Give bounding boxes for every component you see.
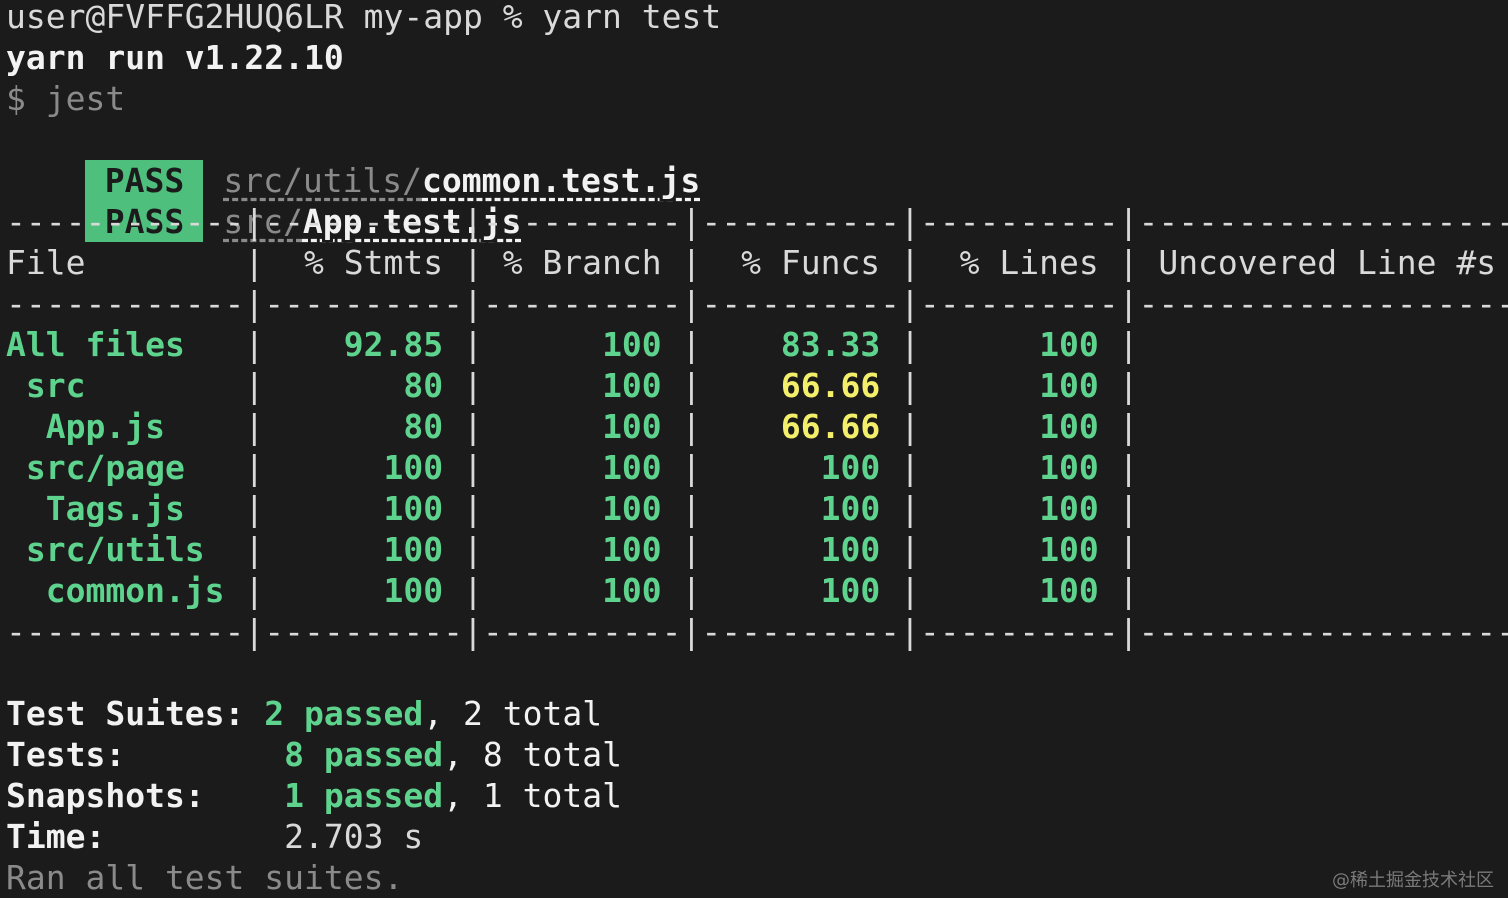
test-result-row: PASS src/utils/common.test.js [6,119,700,201]
row-funcs: 66.66 [701,407,881,446]
summary-passed: 1 passed [284,776,444,815]
yarn-version-line: yarn run v1.22.10 [6,38,344,77]
row-stmts: 80 [264,407,444,446]
watermark: @稀土掘金技术社区 [1332,870,1494,891]
table-header-row: File | % Stmts | % Branch | % Funcs | % … [6,242,1496,283]
row-file: common.js [6,571,245,610]
row-branch: 100 [482,530,662,569]
row-branch: 100 [482,366,662,405]
row-stmts: 92.85 [264,325,444,364]
table-row: Tags.js | 100 | 100 | 100 | 100 | [6,489,1139,528]
row-lines: 100 [919,448,1099,487]
summary-total: , 8 total [443,735,622,774]
time-value: 2.703 s [284,817,424,856]
summary-label: Tests: [6,735,126,774]
row-stmts: 100 [264,448,444,487]
row-funcs: 100 [701,448,881,487]
row-file: src/page [6,448,245,487]
summary-label: Snapshots: [6,776,205,815]
row-branch: 100 [482,448,662,487]
command-echo: $ jest [6,79,126,118]
row-stmts: 100 [264,489,444,528]
row-funcs: 100 [701,571,881,610]
summary-label: Test Suites: [6,694,245,733]
row-file: Tags.js [6,489,245,528]
table-row: src | 80 | 100 | 66.66 | 100 | [6,366,1139,405]
table-separator: ------------|----------|----------|-----… [6,284,1508,323]
row-file: All files [6,325,245,364]
row-branch: 100 [482,407,662,446]
row-lines: 100 [919,407,1099,446]
summary-suites: Test Suites: 2 passed, 2 total [6,693,602,734]
table-row: All files | 92.85 | 100 | 83.33 | 100 | [6,325,1139,364]
table-separator: ------------|----------|----------|-----… [6,202,1508,241]
row-lines: 100 [919,366,1099,405]
summary-total: , 1 total [443,776,622,815]
row-lines: 100 [919,325,1099,364]
row-branch: 100 [482,325,662,364]
table-row: common.js | 100 | 100 | 100 | 100 | [6,571,1139,610]
table-header: File | % Stmts | % Branch | % Funcs | % … [6,243,1497,282]
summary-passed: 8 passed [284,735,444,774]
row-stmts: 100 [264,530,444,569]
row-funcs: 66.66 [701,366,881,405]
row-stmts: 80 [264,366,444,405]
ran-all-line: Ran all test suites. [6,858,404,897]
row-funcs: 100 [701,530,881,569]
summary-tests: Tests: 8 passed, 8 total [6,734,622,775]
summary-total: , 2 total [423,694,603,733]
row-stmts: 100 [264,571,444,610]
summary-passed: 2 passed [264,694,424,733]
prompt-line: user@FVFFG2HUQ6LR my-app % yarn test [6,0,722,36]
row-lines: 100 [919,571,1099,610]
row-lines: 100 [919,489,1099,528]
summary-snapshots: Snapshots: 1 passed, 1 total [6,775,622,816]
row-funcs: 100 [701,489,881,528]
table-separator: ------------|----------|----------|-----… [6,612,1508,651]
table-separator-line: ------------|----------|----------|-----… [6,611,1508,652]
row-branch: 100 [482,571,662,610]
row-file: App.js [6,407,245,446]
row-file: src/utils [6,530,245,569]
row-lines: 100 [919,530,1099,569]
row-funcs: 83.33 [701,325,881,364]
row-branch: 100 [482,489,662,528]
summary-time: Time: 2.703 s [6,816,423,857]
terminal-window: user@FVFFG2HUQ6LR my-app % yarn test yar… [0,0,1508,897]
summary-label: Time: [6,817,106,856]
table-row: src/page | 100 | 100 | 100 | 100 | [6,448,1139,487]
test-result-row: PASS src/App.test.js [6,160,521,242]
table-separator-line: ------------|----------|----------|-----… [6,201,1508,242]
table-row: src/utils | 100 | 100 | 100 | 100 | [6,530,1139,569]
table-separator-line: ------------|----------|----------|-----… [6,283,1508,324]
row-file: src [6,366,245,405]
table-row: App.js | 80 | 100 | 66.66 | 100 | [6,407,1139,446]
